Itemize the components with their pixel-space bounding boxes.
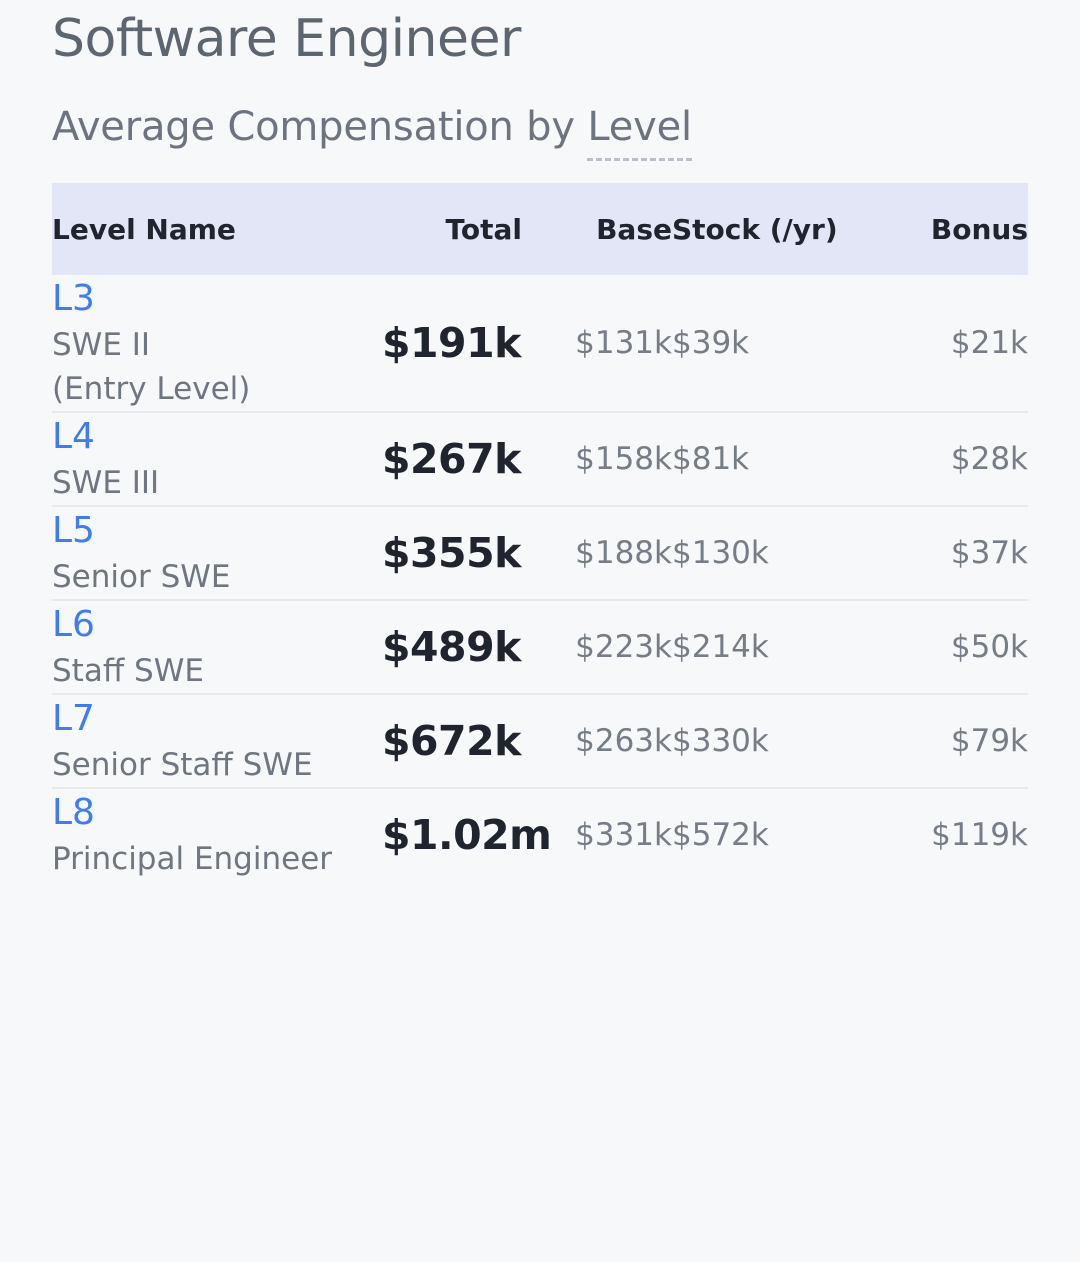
- cell-total: $1.02m: [382, 788, 552, 881]
- cell-bonus: $119k: [882, 788, 1028, 881]
- table-row[interactable]: L6 Staff SWE $489k $223k $214k $50k: [52, 600, 1028, 694]
- cell-stock: $330k: [672, 694, 882, 788]
- level-code-link[interactable]: L7: [52, 695, 382, 743]
- bonus-value: $37k: [950, 535, 1028, 571]
- column-header-bonus[interactable]: Bonus: [882, 183, 1028, 275]
- table-row[interactable]: L5 Senior SWE $355k $188k $130k $37k: [52, 506, 1028, 600]
- table-header: Level Name Total Base Stock (/yr) Bonus: [52, 183, 1028, 275]
- level-glossary-term[interactable]: Level: [587, 104, 692, 161]
- stock-value: $81k: [672, 441, 750, 477]
- column-header-total[interactable]: Total: [382, 183, 523, 275]
- cell-stock: $130k: [672, 506, 882, 600]
- cell-stock: $572k: [672, 788, 882, 881]
- table-row[interactable]: L4 SWE III $267k $158k $81k $28k: [52, 412, 1028, 506]
- cell-stock: $39k: [672, 275, 882, 412]
- level-title: Senior SWE: [52, 559, 231, 595]
- stock-value: $214k: [672, 629, 769, 665]
- table-body: L3 SWE II (Entry Level) $191k $131k $39k…: [52, 275, 1028, 881]
- cell-bonus: $37k: [882, 506, 1028, 600]
- cell-bonus: $50k: [882, 600, 1028, 694]
- cell-level-name: L7 Senior Staff SWE: [52, 694, 382, 788]
- cell-level-name: L4 SWE III: [52, 412, 382, 506]
- table-header-row: Level Name Total Base Stock (/yr) Bonus: [52, 183, 1028, 275]
- cell-stock: $81k: [672, 412, 882, 506]
- stock-value: $130k: [672, 535, 769, 571]
- bonus-value: $50k: [950, 629, 1028, 665]
- column-header-base[interactable]: Base: [522, 183, 672, 275]
- column-header-level-name[interactable]: Level Name: [52, 183, 382, 275]
- cell-base: $158k: [522, 412, 672, 506]
- stock-value: $330k: [672, 723, 769, 759]
- cell-level-name: L5 Senior SWE: [52, 506, 382, 600]
- level-code-link[interactable]: L5: [52, 507, 382, 555]
- cell-base: $223k: [522, 600, 672, 694]
- cell-total: $672k: [382, 694, 522, 788]
- table-row[interactable]: L7 Senior Staff SWE $672k $263k $330k $7…: [52, 694, 1028, 788]
- table-row[interactable]: L8 Principal Engineer $1.02m $331k $572k…: [52, 788, 1028, 881]
- cell-base: $188k: [522, 506, 672, 600]
- cell-level-name: L3 SWE II (Entry Level): [52, 275, 382, 412]
- total-value: $672k: [382, 717, 521, 765]
- page-title: Software Engineer: [52, 9, 521, 69]
- level-title: Staff SWE: [52, 653, 204, 689]
- base-value: $331k: [575, 817, 672, 853]
- bonus-value: $119k: [931, 817, 1028, 853]
- stock-value: $572k: [672, 817, 769, 853]
- level-title: Senior Staff SWE: [52, 747, 313, 783]
- bonus-value: $79k: [950, 723, 1028, 759]
- base-value: $263k: [575, 723, 672, 759]
- table-row[interactable]: L3 SWE II (Entry Level) $191k $131k $39k…: [52, 275, 1028, 412]
- total-value: $191k: [382, 319, 521, 367]
- total-value: $267k: [382, 435, 521, 483]
- level-code-link[interactable]: L3: [52, 275, 382, 323]
- cell-bonus: $79k: [882, 694, 1028, 788]
- cell-bonus: $28k: [882, 412, 1028, 506]
- bonus-value: $21k: [950, 325, 1028, 361]
- compensation-page: Software Engineer Average Compensation b…: [0, 0, 1080, 1262]
- base-value: $158k: [575, 441, 672, 477]
- cell-total: $355k: [382, 506, 522, 600]
- base-value: $223k: [575, 629, 672, 665]
- level-title: SWE III: [52, 465, 160, 501]
- level-code-link[interactable]: L6: [52, 601, 382, 649]
- cell-total: $191k: [382, 275, 522, 412]
- page-subtitle: Average Compensation by Level: [52, 76, 1080, 161]
- page-subtitle-prefix: Average Compensation by: [52, 104, 588, 150]
- base-value: $188k: [575, 535, 672, 571]
- stock-value: $39k: [672, 325, 750, 361]
- compensation-table: Level Name Total Base Stock (/yr) Bonus …: [52, 183, 1028, 881]
- cell-level-name: L6 Staff SWE: [52, 600, 382, 694]
- cell-total: $267k: [382, 412, 522, 506]
- cell-level-name: L8 Principal Engineer: [52, 788, 382, 881]
- cell-bonus: $21k: [882, 275, 1028, 412]
- total-value: $1.02m: [382, 811, 552, 859]
- level-title: SWE II (Entry Level): [52, 327, 251, 407]
- cell-base: $263k: [522, 694, 672, 788]
- bonus-value: $28k: [950, 441, 1028, 477]
- total-value: $355k: [382, 529, 521, 577]
- level-code-link[interactable]: L4: [52, 413, 382, 461]
- total-value: $489k: [382, 623, 521, 671]
- cell-stock: $214k: [672, 600, 882, 694]
- page-header: Software Engineer Average Compensation b…: [0, 0, 1080, 161]
- level-title: Principal Engineer: [52, 841, 333, 877]
- level-code-link[interactable]: L8: [52, 789, 382, 837]
- base-value: $131k: [575, 325, 672, 361]
- cell-base: $131k: [522, 275, 672, 412]
- cell-total: $489k: [382, 600, 522, 694]
- column-header-stock[interactable]: Stock (/yr): [672, 183, 882, 275]
